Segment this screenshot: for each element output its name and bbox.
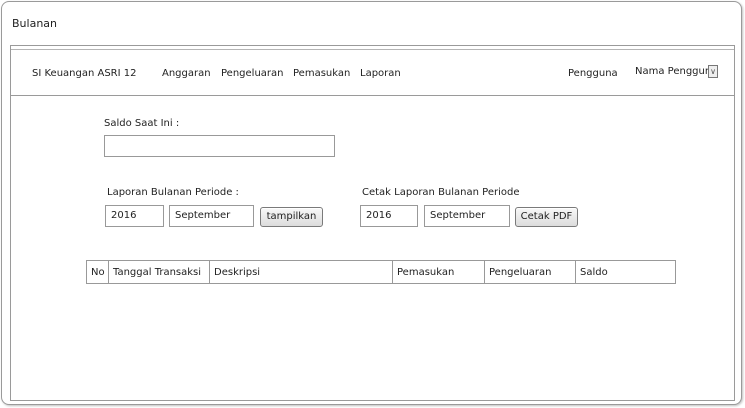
nav-pemasukan[interactable]: Pemasukan (293, 68, 350, 79)
frame-divider (11, 49, 734, 50)
chevron-down-icon[interactable]: ∨ (708, 65, 718, 78)
user-select-value: Nama Pengguna (635, 66, 718, 77)
cetak-label: Cetak Laporan Bulanan Periode (362, 187, 520, 198)
nav-laporan[interactable]: Laporan (360, 68, 401, 79)
table-header-row: No Tanggal Transaksi Deskripsi Pemasukan… (86, 260, 676, 284)
app-name: SI Keuangan ASRI 12 (32, 68, 137, 79)
app-window: Bulanan SI Keuangan ASRI 12 Anggaran Pen… (1, 1, 742, 405)
laporan-year-input[interactable]: 2016 (105, 205, 164, 227)
col-deskripsi: Deskripsi (209, 260, 393, 284)
col-pemasukan: Pemasukan (392, 260, 485, 284)
col-tanggal-transaksi: Tanggal Transaksi (108, 260, 210, 284)
window-title: Bulanan (12, 17, 57, 30)
nav-pengguna[interactable]: Pengguna (568, 68, 618, 79)
saldo-input[interactable] (104, 135, 335, 157)
laporan-table: No Tanggal Transaksi Deskripsi Pemasukan… (86, 260, 676, 284)
user-select[interactable]: Nama Pengguna ∨ (635, 65, 718, 78)
cetak-year-input[interactable]: 2016 (360, 205, 418, 227)
nav-anggaran[interactable]: Anggaran (162, 68, 211, 79)
col-saldo: Saldo (575, 260, 676, 284)
navbar: SI Keuangan ASRI 12 Anggaran Pengeluaran… (11, 54, 734, 96)
tampilkan-button[interactable]: tampilkan (260, 207, 323, 227)
laporan-month-input[interactable]: September (169, 205, 254, 227)
col-pengeluaran: Pengeluaran (484, 260, 576, 284)
saldo-label: Saldo Saat Ini : (104, 118, 180, 129)
cetak-month-input[interactable]: September (424, 205, 510, 227)
col-no: No (86, 260, 109, 284)
laporan-label: Laporan Bulanan Periode : (107, 187, 239, 198)
content-frame: SI Keuangan ASRI 12 Anggaran Pengeluaran… (10, 45, 735, 401)
nav-pengeluaran[interactable]: Pengeluaran (221, 68, 284, 79)
cetak-pdf-button[interactable]: Cetak PDF (515, 207, 578, 227)
